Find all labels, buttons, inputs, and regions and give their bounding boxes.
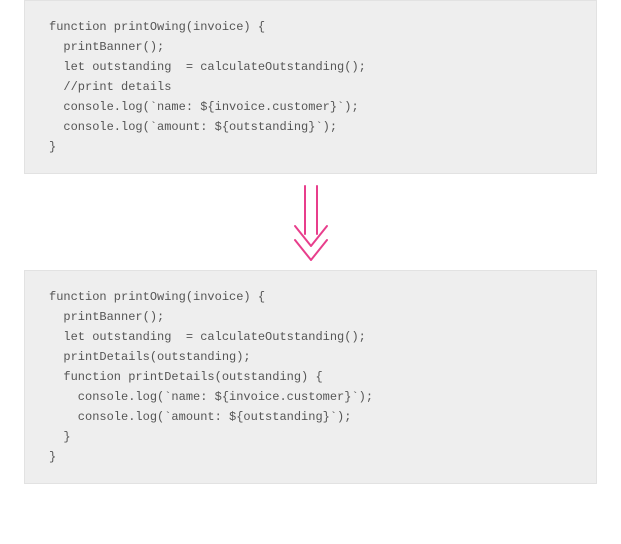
code-line: console.log(`amount: ${outstanding}`);	[49, 117, 572, 137]
code-line: printBanner();	[49, 37, 572, 57]
code-line: console.log(`name: ${invoice.customer}`)…	[49, 97, 572, 117]
code-line: console.log(`amount: ${outstanding}`);	[49, 407, 572, 427]
code-line: let outstanding = calculateOutstanding()…	[49, 57, 572, 77]
code-line: }	[49, 137, 572, 157]
code-line: function printOwing(invoice) {	[49, 17, 572, 37]
arrow-container	[24, 174, 597, 270]
code-line: function printOwing(invoice) {	[49, 287, 572, 307]
code-block-before: function printOwing(invoice) { printBann…	[24, 0, 597, 174]
code-line: //print details	[49, 77, 572, 97]
code-line: }	[49, 447, 572, 467]
code-line: printDetails(outstanding);	[49, 347, 572, 367]
code-line: }	[49, 427, 572, 447]
code-line: console.log(`name: ${invoice.customer}`)…	[49, 387, 572, 407]
code-line: printBanner();	[49, 307, 572, 327]
page-container: function printOwing(invoice) { printBann…	[0, 0, 621, 544]
down-arrow-icon	[291, 182, 331, 262]
code-block-after: function printOwing(invoice) { printBann…	[24, 270, 597, 484]
code-line: let outstanding = calculateOutstanding()…	[49, 327, 572, 347]
code-line: function printDetails(outstanding) {	[49, 367, 572, 387]
